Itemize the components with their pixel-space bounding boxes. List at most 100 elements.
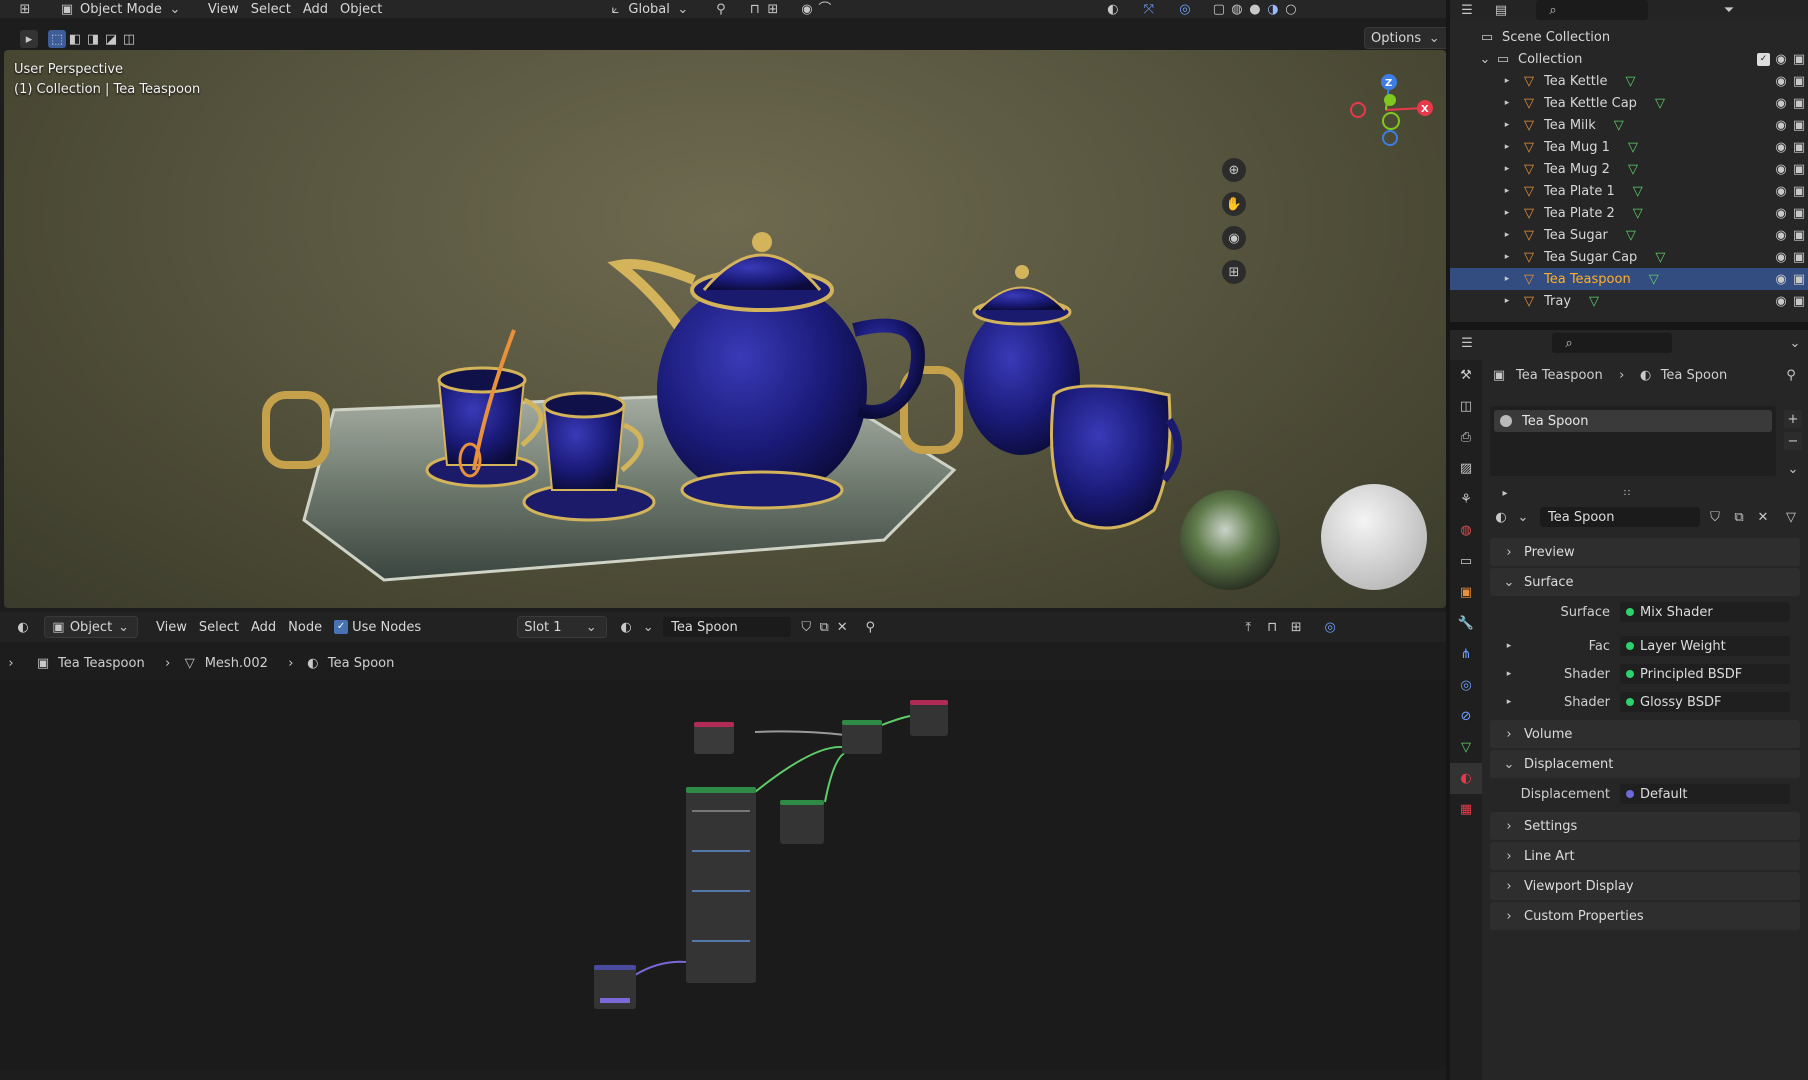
material-name-field[interactable]: Tea Spoon [1540,507,1700,527]
add-slot-icon[interactable]: + [1784,410,1802,428]
camera-icon[interactable]: ▣ [1790,292,1808,310]
section-line-art[interactable]: › Line Art [1490,842,1800,870]
expand-icon[interactable]: ▸ [1498,160,1516,178]
eye-icon[interactable]: ◉ [1772,116,1790,134]
material-shading-icon[interactable]: ◑ [1264,0,1282,18]
select-invert-icon[interactable]: ◪ [102,30,120,48]
area-divider[interactable] [1450,322,1808,330]
close-icon[interactable]: ✕ [833,618,851,636]
wireframe-shading-icon[interactable]: ◍ [1228,0,1246,18]
section-preview[interactable]: › Preview [1490,538,1800,566]
outliner-item[interactable]: ▸ ▽ Tea Kettle Cap ▽ ◉ ▣ [1450,92,1808,114]
filter-icon[interactable]: ⏷ [1720,1,1738,19]
close-icon[interactable]: ✕ [1754,508,1772,526]
eye-icon[interactable]: ◉ [1772,94,1790,112]
display-mode-icon[interactable]: ▤ [1492,1,1510,19]
camera-icon[interactable]: ▣ [1790,248,1808,266]
mesh-data-icon[interactable]: ▽ [1651,94,1669,112]
menu-add[interactable]: Add [297,0,334,20]
camera-icon[interactable]: ▣ [1790,72,1808,90]
eye-icon[interactable]: ◉ [1772,138,1790,156]
expand-icon[interactable]: ▸ [1498,116,1516,134]
node-canvas[interactable] [0,680,1446,1070]
outliner-item[interactable]: ▸ ▽ Tea Milk ▽ ◉ ▣ [1450,114,1808,136]
section-surface[interactable]: ⌄ Surface [1490,568,1800,596]
expand-icon[interactable]: ▸ [1500,693,1518,711]
material-browse-button[interactable]: ◐ ⌄ [611,616,663,638]
select-intersect-icon[interactable]: ◫ [120,30,138,48]
tab-render[interactable]: ◫ [1450,391,1482,422]
object-mode-dropdown[interactable]: ▣ Object Mode ⌄ [52,0,190,20]
mesh-data-icon[interactable]: ▽ [1585,292,1603,310]
fake-user-icon[interactable]: ⛉ [797,618,815,636]
eye-icon[interactable]: ◉ [1772,50,1790,68]
mesh-data-icon[interactable]: ▽ [1645,270,1663,288]
tab-object[interactable]: ▣ [1450,577,1482,608]
link-icon[interactable]: ▽ [1782,508,1800,526]
eye-icon[interactable]: ◉ [1772,204,1790,222]
node-menu-view[interactable]: View [150,616,193,638]
section-viewport-display[interactable]: › Viewport Display [1490,872,1800,900]
camera-icon[interactable]: ▣ [1790,138,1808,156]
expand-icon[interactable]: ▸ [1498,270,1516,288]
expand-icon[interactable]: ▸ [1498,94,1516,112]
parent-node-tree-icon[interactable]: ⤒ [1239,618,1257,636]
eye-icon[interactable]: ◉ [1772,72,1790,90]
pin-icon[interactable]: ⚲ [861,618,879,636]
options-chevron-icon[interactable]: ⌄ [1786,334,1804,352]
tab-modifiers[interactable]: 🔧 [1450,608,1482,639]
editor-type-icon[interactable]: ⊞ [16,0,34,18]
falloff-icon[interactable]: ⌒ [816,0,834,18]
outliner-item[interactable]: ▸ ▽ Tea Mug 2 ▽ ◉ ▣ [1450,158,1808,180]
tab-material[interactable]: ◐ [1450,763,1482,794]
node-menu-select[interactable]: Select [193,616,245,638]
camera-view-icon[interactable]: ◉ [1222,226,1246,250]
rendered-shading-icon[interactable]: ○ [1282,0,1300,18]
pan-hand-icon[interactable]: ✋ [1222,192,1246,216]
slot-dropdown[interactable]: Slot 1 ⌄ [517,616,608,638]
collection-row[interactable]: ⌄ ▭ Collection ✓ ◉ ▣ [1450,48,1808,70]
tab-output[interactable]: ⎙ [1450,422,1482,453]
options-dropdown[interactable]: Options ⌄ [1364,27,1451,49]
outliner-item[interactable]: ▸ ▽ Tray ▽ ◉ ▣ [1450,290,1808,312]
eye-icon[interactable]: ◉ [1772,160,1790,178]
expand-icon[interactable]: ▸ [1498,182,1516,200]
menu-view[interactable]: View [202,0,245,20]
select-subtract-icon[interactable]: ◨ [84,30,102,48]
resize-handle-icon[interactable]: ∷ [1618,485,1636,503]
expand-icon[interactable]: ▸ [1498,138,1516,156]
slot-specials-icon[interactable]: ⌄ [1784,460,1802,478]
expand-icon[interactable]: ▸ [1498,72,1516,90]
transform-orientation-dropdown[interactable]: ⟀ Global ⌄ [600,0,697,20]
expand-icon[interactable]: ▸ [1498,248,1516,266]
camera-icon[interactable]: ▣ [1790,50,1808,68]
mesh-data-icon[interactable]: ▽ [1622,226,1640,244]
duplicate-icon[interactable]: ⧉ [815,618,833,636]
camera-icon[interactable]: ▣ [1790,204,1808,222]
overlay-toggle-icon[interactable]: ◎ [1176,0,1194,18]
snap-grid-icon[interactable]: ⊞ [1287,618,1305,636]
expand-icon[interactable]: › [2,654,20,672]
camera-icon[interactable]: ▣ [1790,226,1808,244]
select-extend-icon[interactable]: ◧ [66,30,84,48]
eye-icon[interactable]: ◉ [1772,270,1790,288]
material-browse-button[interactable]: ◐ ⌄ [1490,506,1534,528]
scene-collection-row[interactable]: ▭ Scene Collection [1450,26,1808,48]
snap-target-icon[interactable]: ⊞ [764,0,782,18]
camera-icon[interactable]: ▣ [1790,160,1808,178]
surface-row-value[interactable]: Mix Shader [1620,602,1790,622]
solid-shading-icon[interactable]: ● [1246,0,1264,18]
mesh-data-icon[interactable]: ▽ [1624,160,1642,178]
outliner-item[interactable]: ▸ ▽ Tea Kettle ▽ ◉ ▣ [1450,70,1808,92]
snap-icon[interactable]: ⊓ [1263,618,1281,636]
eye-icon[interactable]: ◉ [1772,292,1790,310]
expand-icon[interactable]: ▸ [1498,226,1516,244]
tab-data[interactable]: ▽ [1450,732,1482,763]
eye-icon[interactable]: ◉ [1772,182,1790,200]
mesh-data-icon[interactable]: ▽ [1624,138,1642,156]
pin-icon[interactable]: ⚲ [1782,366,1800,384]
tab-physics[interactable]: ◎ [1450,670,1482,701]
surface-row-value[interactable]: Layer Weight [1620,636,1790,656]
node-menu-add[interactable]: Add [245,616,282,638]
zoom-icon[interactable]: ⊕ [1222,158,1246,182]
